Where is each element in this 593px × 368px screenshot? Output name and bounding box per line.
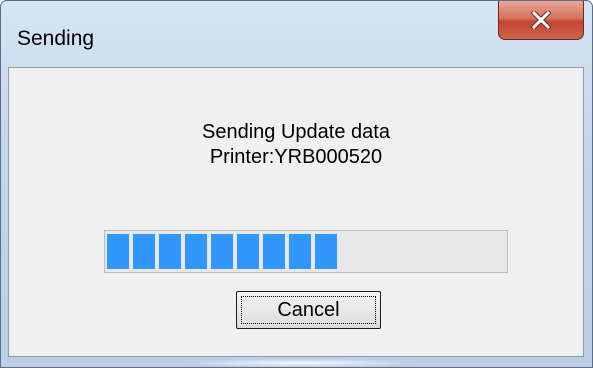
close-icon — [531, 11, 551, 29]
window-bottom-glow — [181, 359, 421, 367]
close-button[interactable] — [498, 1, 584, 40]
progress-bar — [104, 230, 508, 273]
progress-fill — [107, 234, 337, 269]
window-title: Sending — [17, 27, 95, 50]
cancel-button-label: Cancel — [277, 298, 340, 321]
status-message: Sending Update data — [202, 121, 390, 143]
dialog-body: Sending Update data Printer:YRB000520 Ca… — [8, 67, 584, 357]
cancel-button[interactable]: Cancel — [236, 291, 381, 329]
title-bar[interactable]: Sending — [1, 1, 592, 67]
printer-label: Printer:YRB000520 — [209, 146, 383, 168]
sending-dialog: Sending Sending Update data Printer:YRB0… — [0, 0, 593, 368]
